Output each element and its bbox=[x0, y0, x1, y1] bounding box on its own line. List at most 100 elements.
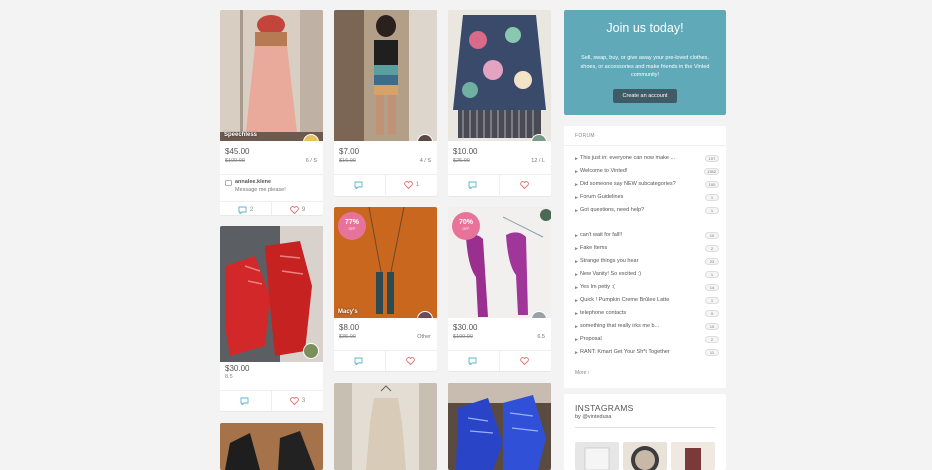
item-photo-blue-sneakers[interactable] bbox=[448, 383, 551, 470]
item-photo-necklace[interactable]: 77% OFF Macy's bbox=[334, 207, 437, 318]
topic-title[interactable]: RANT: Kmart Get Your Sh*t Together bbox=[580, 349, 670, 355]
forum-topic[interactable]: ► Quick ! Pumpkin Creme Brûlee Latte 1 bbox=[574, 296, 719, 306]
join-description: Sell, swap, buy, or give away your pre-l… bbox=[580, 55, 710, 78]
item-card[interactable]: $7.00 $16.00 4 / S 1 bbox=[334, 10, 437, 196]
arrow-right-icon: ► bbox=[574, 285, 579, 291]
topic-count: 11 bbox=[705, 349, 719, 356]
create-account-button[interactable]: Create an account bbox=[613, 89, 677, 103]
comment-button[interactable] bbox=[334, 355, 385, 367]
arrow-right-icon: ► bbox=[574, 272, 579, 278]
item-size: 6 / S bbox=[305, 158, 317, 164]
like-button[interactable] bbox=[500, 355, 551, 367]
topic-title[interactable]: Got questions, need help? bbox=[580, 207, 644, 213]
forum-topic[interactable]: ► RANT: Kmart Get Your Sh*t Together 11 bbox=[574, 348, 719, 358]
instagram-thumbnail[interactable] bbox=[575, 442, 619, 470]
forum-topic[interactable]: ► New Vanity! So excited :) 1 bbox=[574, 270, 719, 280]
item-photo-purple-heels[interactable]: 70% OFF bbox=[448, 207, 551, 318]
topic-title[interactable]: New Vanity! So excited :) bbox=[580, 271, 641, 277]
instagram-thumbnail[interactable] bbox=[671, 442, 715, 470]
boots-image bbox=[220, 226, 323, 362]
seller-avatar[interactable] bbox=[303, 343, 319, 359]
like-count: 3 bbox=[301, 398, 306, 404]
forum-topic[interactable]: ► Welcome to Vinted! 1352 bbox=[574, 167, 719, 177]
forum-topic[interactable]: ► Yes Im petty :( 14 bbox=[574, 283, 719, 293]
item-photo-floral-kimono[interactable] bbox=[448, 10, 551, 141]
item-card[interactable]: 77% OFF Macy's $8.00 $35.00 Other bbox=[334, 207, 437, 371]
discount-off-label: OFF bbox=[348, 227, 356, 231]
item-photo-black-shoes[interactable] bbox=[220, 423, 323, 470]
instagram-handle[interactable]: by @vintedusa bbox=[575, 414, 611, 420]
item-photo-skirt-selfie[interactable] bbox=[334, 10, 437, 141]
forum-topic[interactable]: ► Strange things you hear 23 bbox=[574, 257, 719, 267]
like-button[interactable]: 9 bbox=[272, 204, 323, 215]
like-button[interactable] bbox=[500, 179, 551, 191]
item-card[interactable]: 70% OFF $30.00 $100.00 6.5 bbox=[448, 207, 551, 371]
comment-button[interactable] bbox=[448, 179, 499, 191]
forum-topic[interactable]: ► telephone contacts 9 bbox=[574, 309, 719, 319]
topic-count: 23 bbox=[705, 258, 719, 265]
item-price: $30.00 bbox=[225, 364, 250, 373]
item-card[interactable]: $30.00 8.5 3 bbox=[220, 226, 323, 411]
like-button[interactable]: 1 bbox=[386, 179, 437, 191]
topic-count: 2 bbox=[705, 245, 719, 252]
like-button[interactable]: 3 bbox=[272, 395, 323, 407]
forum-more-link[interactable]: More › bbox=[575, 370, 589, 376]
forum-topic[interactable]: ► can't wait for fall!! 10 bbox=[574, 231, 719, 241]
discount-percent: 77% bbox=[344, 219, 359, 226]
comment-button[interactable] bbox=[334, 179, 385, 191]
topic-title[interactable]: telephone contacts bbox=[580, 310, 626, 316]
heart-icon bbox=[519, 181, 529, 189]
brand-label: Speechless bbox=[224, 132, 258, 138]
topic-title[interactable]: Proposal bbox=[580, 336, 602, 342]
item-size: 6.5 bbox=[537, 334, 545, 340]
item-card[interactable] bbox=[448, 383, 551, 470]
item-photo-lace-dress[interactable] bbox=[334, 383, 437, 470]
item-card[interactable] bbox=[334, 383, 437, 470]
topic-title[interactable]: Strange things you hear bbox=[580, 258, 638, 264]
arrow-right-icon: ► bbox=[574, 233, 579, 239]
item-card[interactable] bbox=[220, 423, 323, 470]
forum-topic[interactable]: ► Got questions, need help? 1 bbox=[574, 206, 719, 216]
card-actions: 2 9 bbox=[220, 201, 323, 215]
card-actions bbox=[448, 350, 551, 371]
instagram-thumbnail[interactable] bbox=[623, 442, 667, 470]
topic-title[interactable]: Welcome to Vinted! bbox=[580, 168, 628, 174]
discount-off-label: OFF bbox=[462, 227, 470, 231]
forum-topic[interactable]: ► Fake Items 2 bbox=[574, 244, 719, 254]
more-label: More bbox=[575, 370, 587, 376]
forum-topic[interactable]: ► Forum Guidelines 1 bbox=[574, 193, 719, 203]
topic-count: 1 bbox=[705, 194, 719, 201]
topic-title[interactable]: something that really irks me b... bbox=[580, 323, 659, 329]
topic-title[interactable]: Fake Items bbox=[580, 245, 607, 251]
comment-icon bbox=[240, 397, 248, 405]
comment-text: Message me please! bbox=[235, 187, 286, 193]
topic-count: 2 bbox=[705, 336, 719, 343]
comment-icon bbox=[354, 181, 362, 189]
card-actions: 3 bbox=[220, 390, 323, 411]
comment-username[interactable]: annalee.klene bbox=[235, 179, 271, 185]
arrow-right-icon: ► bbox=[574, 337, 579, 343]
topic-title[interactable]: Forum Guidelines bbox=[580, 194, 623, 200]
topic-count: 14 bbox=[705, 284, 719, 291]
like-button[interactable] bbox=[386, 355, 437, 367]
topic-title[interactable]: can't wait for fall!! bbox=[580, 232, 622, 238]
comment-button[interactable] bbox=[448, 355, 499, 367]
comment-bubble-icon bbox=[225, 180, 232, 186]
forum-topic[interactable]: ► something that really irks me b... 10 bbox=[574, 322, 719, 332]
comment-button[interactable] bbox=[220, 395, 271, 407]
topic-title[interactable]: Quick ! Pumpkin Creme Brûlee Latte bbox=[580, 297, 669, 303]
item-photo-red-boots[interactable] bbox=[220, 226, 323, 362]
topic-title[interactable]: This just in: everyone can now make ... bbox=[580, 155, 675, 161]
forum-topic[interactable]: ► Did someone say NEW subcategories? 100 bbox=[574, 180, 719, 190]
item-size: 12 / L bbox=[531, 158, 545, 164]
comment-button[interactable]: 2 bbox=[220, 204, 271, 215]
topic-title[interactable]: Yes Im petty :( bbox=[580, 284, 615, 290]
item-card[interactable]: Speechless $45.00 $100.00 6 / S annalee.… bbox=[220, 10, 323, 215]
comment-count: 2 bbox=[249, 207, 254, 213]
forum-topic[interactable]: ► Proposal 2 bbox=[574, 335, 719, 345]
topic-title[interactable]: Did someone say NEW subcategories? bbox=[580, 181, 676, 187]
item-card[interactable]: $10.00 $25.00 12 / L bbox=[448, 10, 551, 196]
forum-topic[interactable]: ► This just in: everyone can now make ...… bbox=[574, 154, 719, 164]
item-photo-pink-dress[interactable]: Speechless bbox=[220, 10, 323, 141]
item-original-price: $100.00 bbox=[225, 158, 245, 164]
